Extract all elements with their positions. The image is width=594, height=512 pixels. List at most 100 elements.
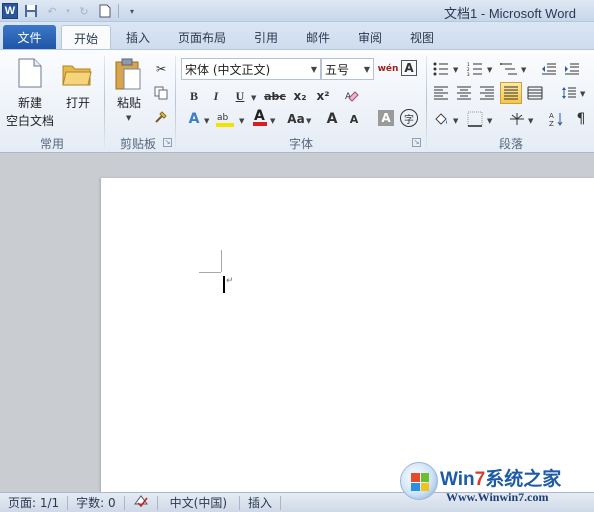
text-effects-dropdown-icon[interactable]: ▼ — [204, 117, 209, 125]
qat-separator — [118, 4, 119, 18]
page-count-status[interactable]: 页面: 1/1 — [0, 495, 69, 510]
numbering-dropdown-icon[interactable]: ▼ — [487, 66, 492, 74]
text-effects-icon[interactable]: A — [185, 110, 203, 128]
justify-icon[interactable] — [500, 82, 522, 104]
chinese-layout-icon[interactable] — [508, 110, 526, 128]
line-spacing-icon[interactable] — [560, 84, 578, 102]
enclose-characters-icon[interactable]: 字 — [400, 109, 418, 127]
font-name-combo[interactable]: 宋体 (中文正文) ▼ — [181, 58, 321, 80]
font-launcher-icon[interactable]: ↘ — [412, 138, 421, 147]
window-title: 文档1 - Microsoft Word — [444, 6, 576, 21]
svg-text:A: A — [549, 112, 554, 120]
borders-dropdown-icon[interactable]: ▼ — [487, 117, 492, 125]
align-left-icon[interactable] — [432, 84, 450, 102]
redo-icon[interactable]: ↻ — [76, 3, 92, 19]
format-painter-icon[interactable] — [152, 108, 170, 126]
paste-dropdown-icon[interactable]: ▼ — [126, 114, 131, 122]
superscript-icon[interactable]: x² — [314, 87, 332, 105]
italic-icon[interactable]: I — [207, 87, 225, 105]
group-separator — [426, 56, 427, 148]
bullets-icon[interactable] — [432, 60, 450, 78]
shading-icon[interactable] — [432, 110, 450, 128]
tab-references[interactable]: 引用 — [246, 25, 286, 49]
chinese-layout-dropdown-icon[interactable]: ▼ — [528, 117, 533, 125]
tab-view[interactable]: 视图 — [402, 25, 442, 49]
customize-qat-icon[interactable]: ▾ — [124, 3, 140, 19]
underline-dropdown-icon[interactable]: ▼ — [251, 94, 256, 102]
group-label-common: 常用 — [39, 137, 64, 151]
tab-mailings[interactable]: 邮件 — [298, 25, 338, 49]
insert-mode-status[interactable]: 插入 — [240, 495, 282, 510]
quick-access-toolbar: W ↶ ▾ ↻ ▾ — [2, 2, 140, 20]
distributed-icon[interactable] — [526, 84, 544, 102]
word-count-status[interactable]: 字数: 0 — [68, 495, 125, 510]
copy-icon[interactable] — [152, 84, 170, 102]
margin-corner-mark — [221, 250, 222, 272]
title-bar: W ↶ ▾ ↻ ▾ 文档1 - Microsoft Word — [0, 0, 594, 22]
grow-font-icon[interactable]: A — [323, 110, 341, 128]
tab-page-layout[interactable]: 页面布局 — [170, 25, 234, 49]
underline-icon[interactable]: U — [231, 87, 249, 105]
align-center-icon[interactable] — [455, 84, 473, 102]
subscript-icon[interactable]: x₂ — [291, 87, 309, 105]
borders-icon[interactable] — [466, 110, 484, 128]
font-name-dropdown-icon[interactable]: ▼ — [311, 65, 317, 74]
tab-file[interactable]: 文件 — [3, 25, 56, 49]
proofing-check-icon — [133, 494, 149, 511]
numbering-icon[interactable]: 123 — [466, 60, 484, 78]
group-label-clipboard: 剪贴板 — [119, 137, 156, 151]
clipboard-launcher-icon[interactable]: ↘ — [163, 138, 172, 147]
font-size-combo[interactable]: 五号 ▼ — [321, 58, 374, 80]
font-name-value: 宋体 (中文正文) — [185, 62, 271, 77]
margin-corner-mark — [199, 272, 221, 273]
bullets-dropdown-icon[interactable]: ▼ — [453, 66, 458, 74]
paste-button[interactable]: 粘贴 ▼ — [108, 54, 150, 132]
multilevel-list-icon[interactable] — [500, 60, 518, 78]
svg-text:A: A — [254, 108, 265, 124]
document-page[interactable]: ↵ — [101, 178, 594, 492]
font-color-icon[interactable]: A — [251, 108, 269, 126]
clear-formatting-icon[interactable]: A — [343, 87, 361, 105]
group-separator — [104, 56, 105, 148]
undo-dropdown-icon[interactable]: ▾ — [65, 3, 71, 19]
bold-icon[interactable]: B — [185, 87, 203, 105]
tab-insert[interactable]: 插入 — [118, 25, 158, 49]
character-shading-icon[interactable]: A — [378, 110, 394, 126]
align-right-icon[interactable] — [478, 84, 496, 102]
strikethrough-icon[interactable]: abc — [262, 87, 288, 105]
highlight-dropdown-icon[interactable]: ▼ — [239, 117, 244, 125]
new-document-icon — [18, 58, 42, 88]
sort-icon[interactable]: AZ — [548, 110, 566, 128]
text-highlight-icon[interactable]: ab — [214, 110, 236, 128]
text-cursor — [223, 276, 225, 293]
line-spacing-dropdown-icon[interactable]: ▼ — [580, 90, 585, 98]
cut-icon[interactable]: ✂ — [152, 60, 170, 78]
tab-home[interactable]: 开始 — [61, 25, 111, 50]
shrink-font-icon[interactable]: A — [345, 110, 363, 128]
proofing-status[interactable] — [125, 494, 158, 511]
phonetic-guide-icon[interactable]: wén — [378, 60, 399, 78]
change-case-dropdown-icon[interactable]: ▼ — [306, 117, 311, 125]
decrease-indent-icon[interactable] — [540, 60, 558, 78]
open-button[interactable]: 打开 — [58, 54, 98, 130]
multilevel-dropdown-icon[interactable]: ▼ — [521, 66, 526, 74]
word-app-icon[interactable]: W — [2, 3, 18, 19]
show-formatting-marks-icon[interactable]: ¶ — [572, 110, 590, 128]
character-border-icon[interactable]: A — [401, 60, 417, 76]
font-size-value: 五号 — [325, 62, 350, 77]
open-button-label: 打开 — [65, 96, 90, 110]
change-case-icon[interactable]: Aa — [285, 110, 307, 128]
increase-indent-icon[interactable] — [563, 60, 581, 78]
tab-review[interactable]: 审阅 — [350, 25, 390, 49]
windows-logo-icon — [400, 462, 438, 500]
new-blank-document-button[interactable]: 新建 空白文档 — [4, 54, 56, 130]
save-icon[interactable] — [23, 3, 39, 19]
shading-dropdown-icon[interactable]: ▼ — [453, 117, 458, 125]
paste-button-label: 粘贴 — [116, 96, 141, 110]
font-color-dropdown-icon[interactable]: ▼ — [270, 117, 275, 125]
font-size-dropdown-icon[interactable]: ▼ — [364, 65, 370, 74]
ribbon-tabs: 文件 开始 插入 页面布局 引用 邮件 审阅 视图 — [0, 22, 594, 50]
new-document-icon[interactable] — [97, 3, 113, 19]
language-status[interactable]: 中文(中国) — [158, 495, 241, 510]
undo-icon[interactable]: ↶ — [44, 3, 60, 19]
